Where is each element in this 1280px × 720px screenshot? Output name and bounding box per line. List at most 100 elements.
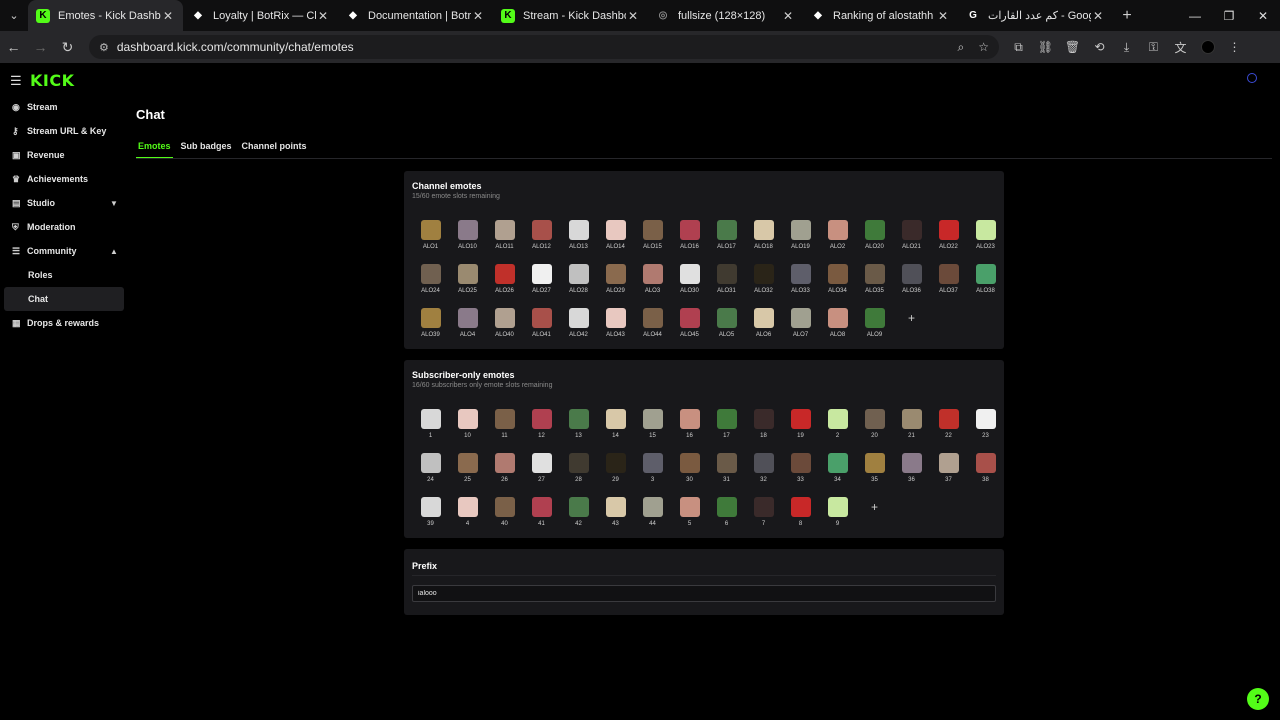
emote-item[interactable]: ALO5 xyxy=(708,305,745,345)
bookmark-star-icon[interactable]: ☆ xyxy=(978,40,989,54)
extensions-icon[interactable]: ⧉ xyxy=(1005,39,1032,56)
emote-item[interactable]: ALO21 xyxy=(893,217,930,257)
sidebar-item-stream-url-key[interactable]: ⚷ Stream URL & Key xyxy=(4,119,124,143)
minimize-icon[interactable]: — xyxy=(1178,0,1212,31)
emote-item[interactable]: ALO23 xyxy=(967,217,1004,257)
sidebar-item-revenue[interactable]: ▣ Revenue xyxy=(4,143,124,167)
profile-avatar[interactable] xyxy=(1194,39,1221,56)
history-icon[interactable]: ⟲ xyxy=(1086,39,1113,56)
emote-item[interactable]: ALO4 xyxy=(449,305,486,345)
browser-tab[interactable]: ◆ Documentation | Botrix ✕ xyxy=(338,0,493,31)
emote-item[interactable]: ALO19 xyxy=(782,217,819,257)
menu-kebab-icon[interactable]: ⋮ xyxy=(1221,39,1248,56)
emote-item[interactable]: ALO16 xyxy=(671,217,708,257)
emote-item[interactable]: 7 xyxy=(745,494,782,534)
tab-search-dropdown[interactable]: ⌄ xyxy=(0,0,28,31)
emote-item[interactable]: ALO40 xyxy=(486,305,523,345)
emote-item[interactable]: 8 xyxy=(782,494,819,534)
reload-icon[interactable]: ↻ xyxy=(54,31,81,63)
sidebar-subitem-chat[interactable]: Chat xyxy=(4,287,124,311)
emote-item[interactable]: 24 xyxy=(412,450,449,490)
emote-item[interactable]: 6 xyxy=(708,494,745,534)
chevron-down-icon[interactable]: ▼ xyxy=(110,199,124,208)
sidebar-item-studio[interactable]: ▤ Studio ▼ xyxy=(4,191,124,215)
emote-item[interactable]: ALO41 xyxy=(523,305,560,345)
emote-item[interactable]: ALO33 xyxy=(782,261,819,301)
emote-item[interactable]: 19 xyxy=(782,406,819,446)
sidebar-subitem-roles[interactable]: Roles xyxy=(4,263,124,287)
site-info-icon[interactable]: ⚙ xyxy=(99,41,109,54)
emote-item[interactable]: 1 xyxy=(412,406,449,446)
emote-item[interactable]: ALO39 xyxy=(412,305,449,345)
emote-item[interactable]: 5 xyxy=(671,494,708,534)
close-tab-icon[interactable]: ✕ xyxy=(471,9,485,23)
emote-item[interactable]: 35 xyxy=(856,450,893,490)
kick-logo[interactable]: KICK xyxy=(30,71,75,90)
trash-icon[interactable]: 🗑 xyxy=(1059,39,1086,56)
emote-item[interactable]: 16 xyxy=(671,406,708,446)
forward-icon[interactable]: → xyxy=(27,31,54,63)
chevron-up-icon[interactable]: ▲ xyxy=(110,247,124,256)
emote-item[interactable]: ALO43 xyxy=(597,305,634,345)
emote-item[interactable]: 30 xyxy=(671,450,708,490)
prefix-input[interactable] xyxy=(412,585,996,602)
emote-item[interactable]: ALO29 xyxy=(597,261,634,301)
emote-item[interactable]: 2 xyxy=(819,406,856,446)
emote-item[interactable]: 40 xyxy=(486,494,523,534)
emote-item[interactable]: ALO8 xyxy=(819,305,856,345)
emote-item[interactable]: ALO38 xyxy=(967,261,1004,301)
new-tab-button[interactable]: + xyxy=(1113,0,1141,31)
back-icon[interactable]: ← xyxy=(0,31,27,63)
emote-item[interactable]: 11 xyxy=(486,406,523,446)
emote-item[interactable]: ALO37 xyxy=(930,261,967,301)
zoom-icon[interactable]: ⌕ xyxy=(958,40,965,55)
emote-item[interactable]: 13 xyxy=(560,406,597,446)
browser-tab[interactable]: G كم عدد القارات - Google Search✕ xyxy=(958,0,1113,31)
emote-item[interactable]: 28 xyxy=(560,450,597,490)
tab-emotes[interactable]: Emotes xyxy=(136,141,173,158)
emote-item[interactable]: ALO10 xyxy=(449,217,486,257)
emote-item[interactable]: ALO13 xyxy=(560,217,597,257)
browser-tab[interactable]: ◆ Ranking of alostathh | Bot✕ xyxy=(803,0,958,31)
close-tab-icon[interactable]: ✕ xyxy=(161,9,175,23)
url-text[interactable]: dashboard.kick.com/community/chat/emotes xyxy=(117,40,944,54)
emote-item[interactable]: ALO32 xyxy=(745,261,782,301)
emote-item[interactable]: 4 xyxy=(449,494,486,534)
emote-item[interactable]: 33 xyxy=(782,450,819,490)
close-window-icon[interactable]: ✕ xyxy=(1246,0,1280,31)
emote-item[interactable]: ALO18 xyxy=(745,217,782,257)
browser-tab[interactable]: ◎ fullsize (128×128) ✕ xyxy=(648,0,803,31)
emote-item[interactable]: 15 xyxy=(634,406,671,446)
browser-tab[interactable]: ◆ Loyalty | BotRix — Cloud✕ xyxy=(183,0,338,31)
emote-item[interactable]: 17 xyxy=(708,406,745,446)
emote-item[interactable]: ALO35 xyxy=(856,261,893,301)
help-chat-icon[interactable]: ? xyxy=(1247,688,1269,710)
emote-item[interactable]: 20 xyxy=(856,406,893,446)
emote-item[interactable]: 21 xyxy=(893,406,930,446)
sidebar-item-stream[interactable]: ◉ Stream xyxy=(4,95,124,119)
password-key-icon[interactable]: ⚿ xyxy=(1140,39,1167,56)
link-icon[interactable]: ⛓ xyxy=(1032,39,1059,56)
close-tab-icon[interactable]: ✕ xyxy=(936,9,950,23)
emote-item[interactable]: ALO6 xyxy=(745,305,782,345)
emote-item[interactable]: ALO36 xyxy=(893,261,930,301)
add-emote-button[interactable]: + xyxy=(856,494,893,534)
emote-item[interactable]: ALO45 xyxy=(671,305,708,345)
emote-item[interactable]: ALO25 xyxy=(449,261,486,301)
emote-item[interactable]: ALO24 xyxy=(412,261,449,301)
sidebar-item-community[interactable]: ☰ Community ▲ xyxy=(4,239,124,263)
emote-item[interactable]: 25 xyxy=(449,450,486,490)
emote-item[interactable]: ALO26 xyxy=(486,261,523,301)
emote-item[interactable]: 23 xyxy=(967,406,1004,446)
emote-item[interactable]: ALO30 xyxy=(671,261,708,301)
emote-item[interactable]: 39 xyxy=(412,494,449,534)
emote-item[interactable]: ALO20 xyxy=(856,217,893,257)
emote-item[interactable]: ALO9 xyxy=(856,305,893,345)
emote-item[interactable]: ALO14 xyxy=(597,217,634,257)
tab-sub-badges[interactable]: Sub badges xyxy=(179,141,234,158)
emote-item[interactable]: 37 xyxy=(930,450,967,490)
emote-item[interactable]: ALO44 xyxy=(634,305,671,345)
emote-item[interactable]: 38 xyxy=(967,450,1004,490)
assistant-icon[interactable] xyxy=(1247,73,1257,83)
emote-item[interactable]: 12 xyxy=(523,406,560,446)
